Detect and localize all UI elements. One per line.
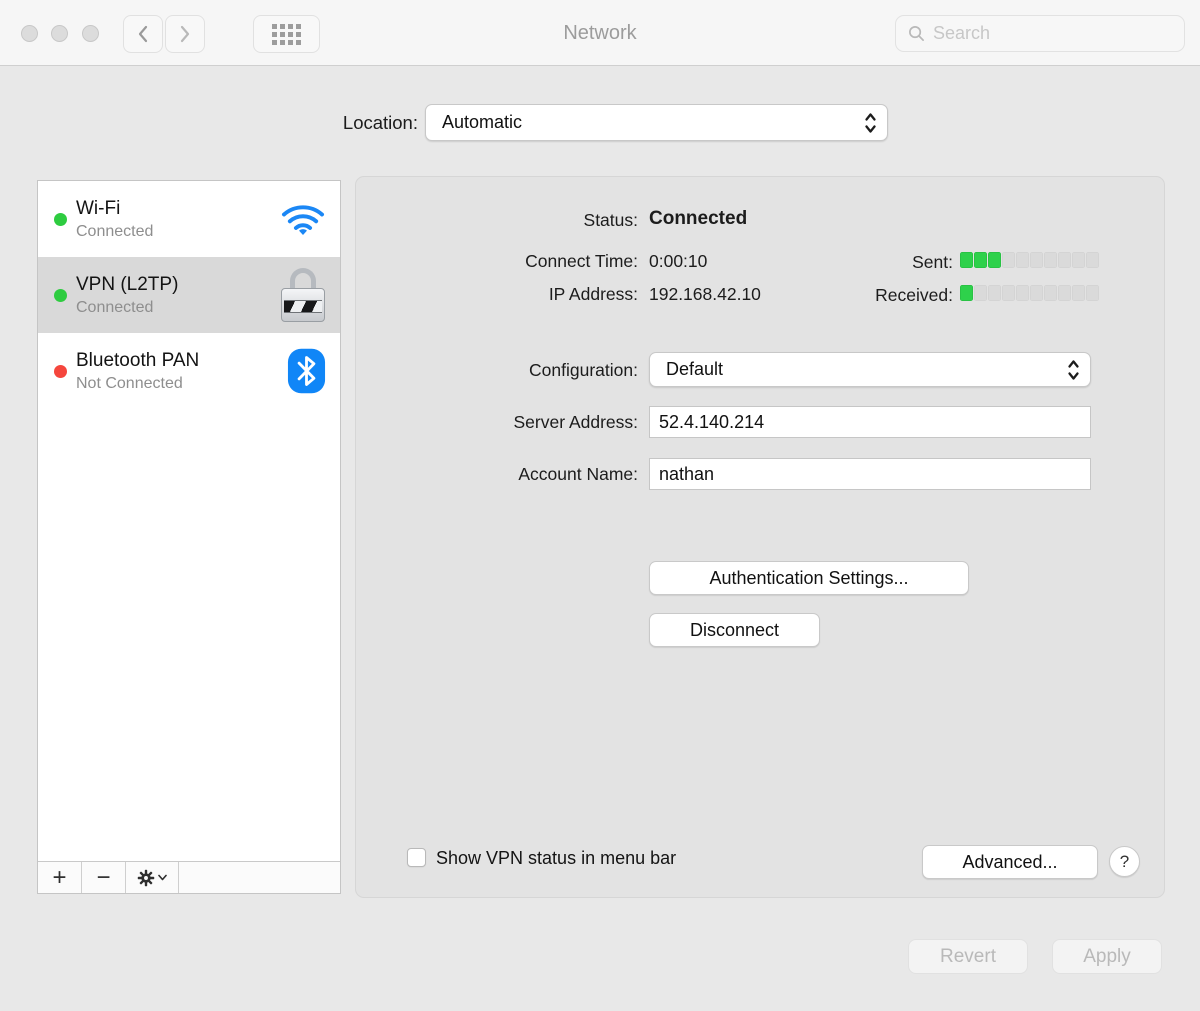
services-sidebar: Wi-Fi Connected VPN (L2TP) Connected [37,180,341,894]
remove-service-button[interactable]: − [82,862,126,893]
status-value: Connected [649,208,747,230]
connect-time-label: Connect Time: [356,251,638,272]
service-actions-button[interactable] [126,862,179,893]
status-label: Status: [356,210,638,231]
sidebar-item-bluetooth-pan[interactable]: Bluetooth PAN Not Connected [38,333,340,409]
gear-icon [137,869,155,887]
account-name-label: Account Name: [356,464,638,485]
ip-address-value: 192.168.42.10 [649,284,761,305]
server-address-input[interactable] [649,406,1091,438]
chevron-down-icon [158,874,167,881]
configuration-popup-button[interactable]: Default [649,352,1091,387]
service-name: Wi-Fi [76,197,280,221]
apply-button[interactable]: Apply [1052,939,1162,974]
vpn-detail-panel: Status: Connected Connect Time: 0:00:10 … [355,176,1165,898]
service-status: Connected [76,221,280,242]
window-titlebar: Network [0,0,1200,66]
service-status: Not Connected [76,373,287,394]
search-icon [908,25,925,42]
chevron-up-down-icon [863,110,878,136]
server-address-label: Server Address: [356,412,638,433]
service-name: Bluetooth PAN [76,349,287,373]
connect-time-value: 0:00:10 [649,251,707,272]
location-label: Location: [0,112,418,134]
location-value: Automatic [442,112,522,133]
configuration-value: Default [666,359,723,380]
show-vpn-status-checkbox[interactable] [407,848,426,867]
service-status: Connected [76,297,280,318]
sent-activity-bar [960,252,1099,268]
disconnect-button[interactable]: Disconnect [649,613,820,647]
revert-button[interactable]: Revert [908,939,1028,974]
lock-icon [280,268,326,322]
sidebar-item-wifi[interactable]: Wi-Fi Connected [38,181,340,257]
add-service-button[interactable]: + [38,862,82,893]
advanced-button[interactable]: Advanced... [922,845,1098,879]
show-vpn-status-label: Show VPN status in menu bar [436,848,676,869]
service-name: VPN (L2TP) [76,273,280,297]
location-popup-button[interactable]: Automatic [425,104,888,141]
sidebar-footer: + − [38,861,340,893]
search-input[interactable] [933,23,1163,44]
account-name-input[interactable] [649,458,1091,490]
chevron-up-down-icon [1066,357,1081,383]
received-activity-bar [960,285,1099,301]
sidebar-footer-spacer [179,862,340,893]
status-dot [54,289,67,302]
configuration-label: Configuration: [356,360,638,381]
status-dot [54,365,67,378]
status-dot [54,213,67,226]
search-field[interactable] [895,15,1185,52]
authentication-settings-button[interactable]: Authentication Settings... [649,561,969,595]
bluetooth-icon [287,348,326,394]
wifi-icon [280,200,326,238]
sent-label: Sent: [853,252,953,273]
help-button[interactable]: ? [1109,846,1140,877]
ip-address-label: IP Address: [356,284,638,305]
received-label: Received: [853,285,953,306]
sidebar-item-vpn-l2tp[interactable]: VPN (L2TP) Connected [38,257,340,333]
